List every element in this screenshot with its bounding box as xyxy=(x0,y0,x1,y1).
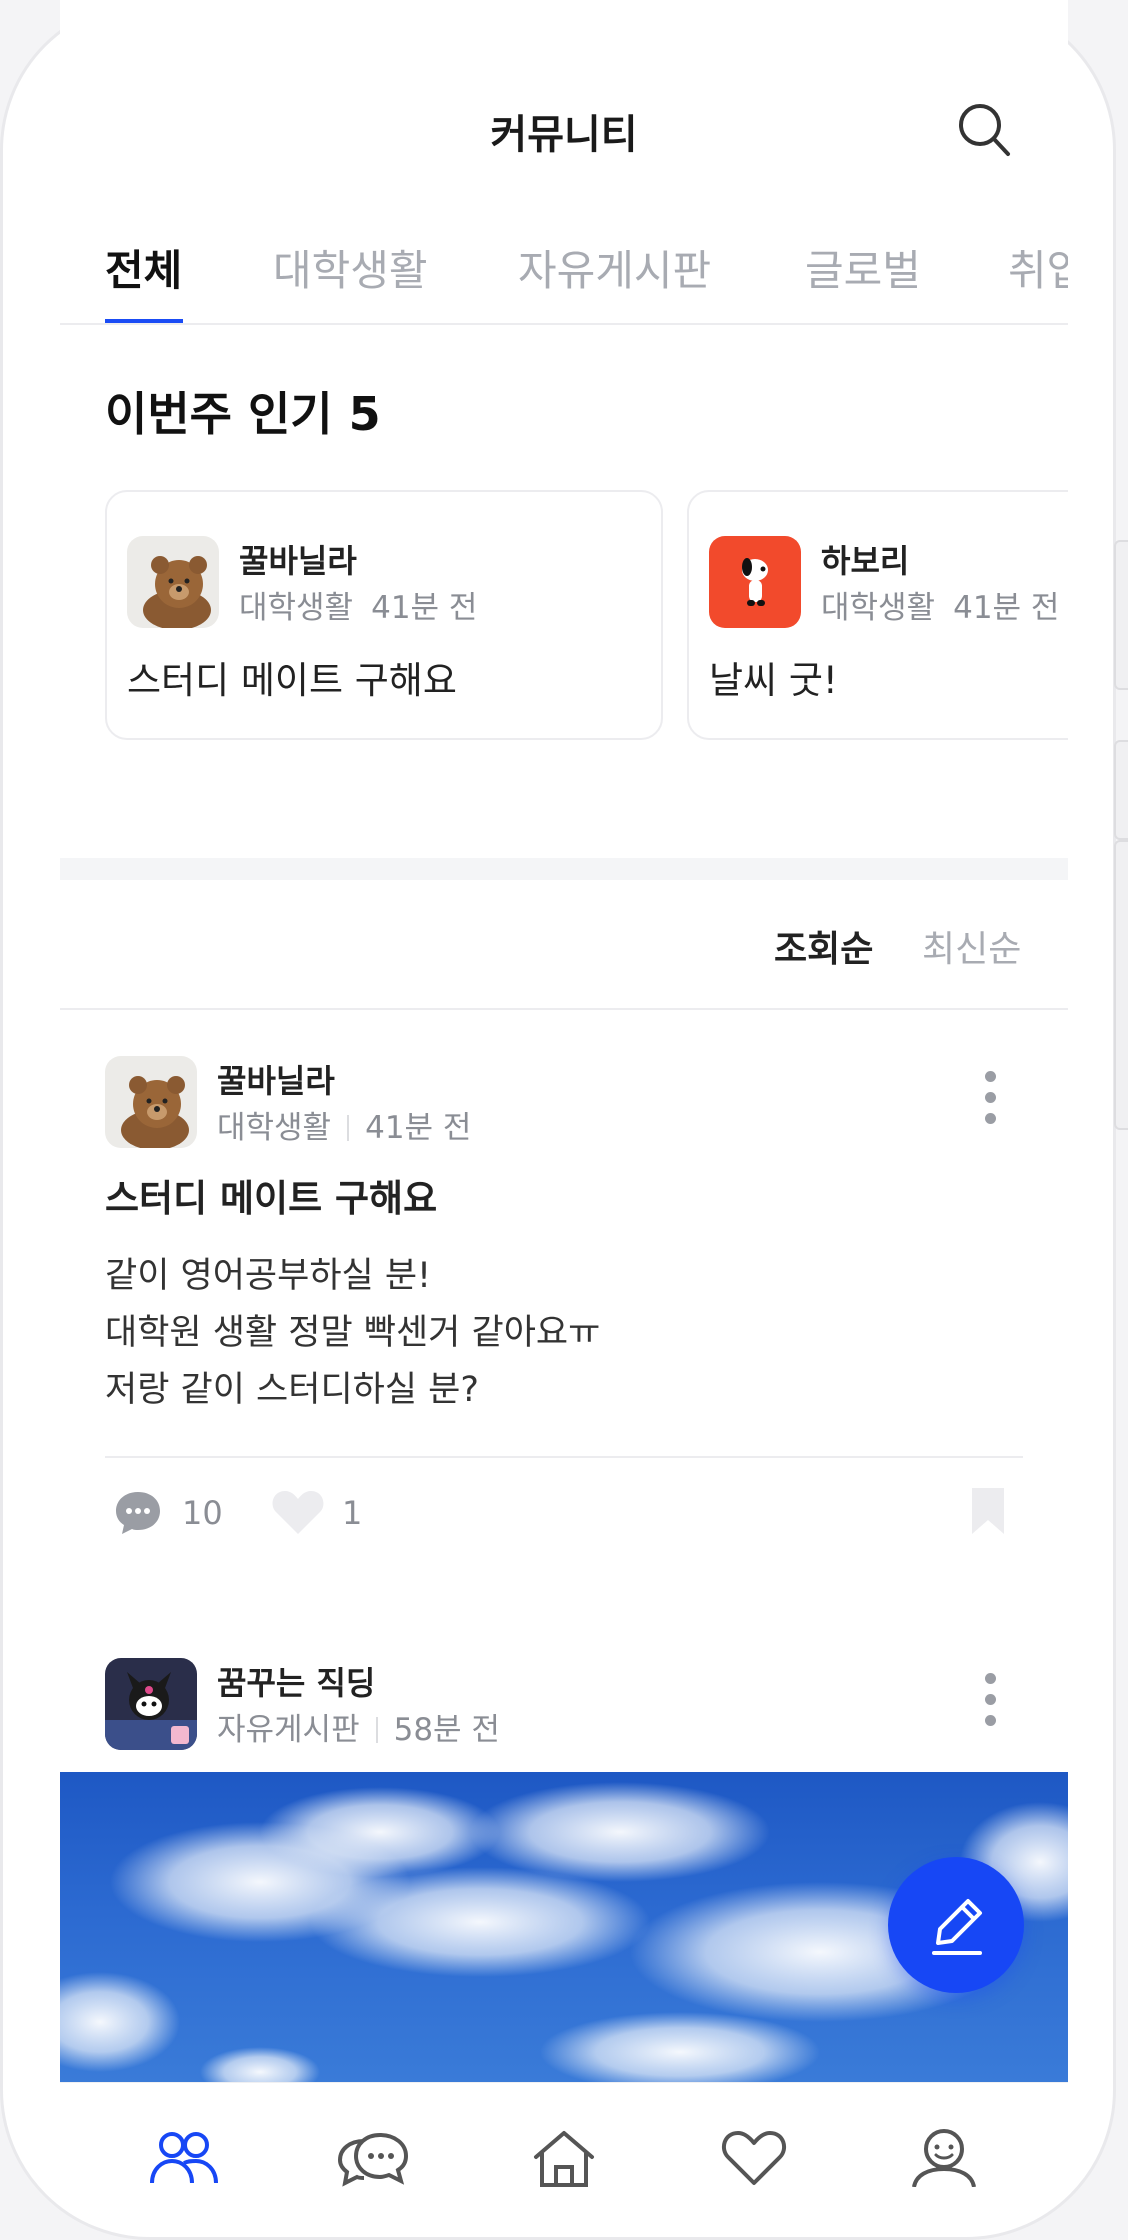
active-tab-indicator xyxy=(105,319,183,323)
like-count: 1 xyxy=(342,1494,363,1532)
section-divider xyxy=(60,858,1068,880)
side-button xyxy=(1114,840,1128,1130)
bookmark-icon[interactable] xyxy=(968,1486,1008,1542)
pencil-icon xyxy=(932,1899,982,1955)
bear-avatar[interactable] xyxy=(105,1056,197,1148)
popular-post-text: 날씨 굿! xyxy=(709,659,838,702)
post-body[interactable]: 같이 영어공부하실 분! 대학원 생활 정말 빡센거 같아요ㅠ 저랑 같이 스터… xyxy=(105,1248,600,1419)
post-divider xyxy=(105,1456,1023,1458)
side-button xyxy=(1114,740,1128,840)
category-tabs: 전체 대학생활 자유게시판 글로벌 취업 xyxy=(60,225,1068,325)
popular-meta: 대학생활 41분 전 xyxy=(239,590,478,626)
sort-by-latest[interactable]: 최신순 xyxy=(922,920,1021,972)
chat-icon[interactable] xyxy=(334,2127,414,2187)
popular-author: 꿀바닐라 xyxy=(239,542,357,580)
sort-options: 조회순 최신순 xyxy=(60,890,1068,1010)
tab-campus-life[interactable]: 대학생활 xyxy=(273,237,428,298)
write-post-button[interactable] xyxy=(888,1857,1024,1993)
app-header: 커뮤니티 xyxy=(60,80,1068,180)
popular-card[interactable]: 꿀바닐라 대학생활 41분 전 스터디 메이트 구해요 xyxy=(105,490,663,740)
page-title: 커뮤니티 xyxy=(490,112,638,158)
post-meta: 자유게시판 58분 전 xyxy=(217,1712,500,1748)
tab-all[interactable]: 전체 xyxy=(105,237,182,298)
dog-avatar xyxy=(709,536,801,628)
heart-icon[interactable] xyxy=(714,2127,794,2187)
tab-global[interactable]: 글로벌 xyxy=(805,237,921,298)
popular-meta: 대학생활 41분 전 xyxy=(821,590,1060,626)
popular-carousel: 꿀바닐라 대학생활 41분 전 스터디 메이트 구해요 하보리 대학생활 41분 전… xyxy=(105,488,1068,743)
post-meta: 대학생활 41분 전 xyxy=(217,1110,472,1146)
sort-by-views[interactable]: 조회순 xyxy=(774,920,873,972)
more-options-icon[interactable] xyxy=(970,1666,1010,1736)
app-screen: 커뮤니티 전체 대학생활 자유게시판 글로벌 취업 이번주 인기 5 xyxy=(60,0,1068,2188)
profile-icon[interactable] xyxy=(904,2127,984,2188)
popular-card[interactable]: 하보리 대학생활 41분 전 날씨 굿! xyxy=(687,490,1068,740)
tab-free-board[interactable]: 자유게시판 xyxy=(518,237,711,298)
popular-post-text: 스터디 메이트 구해요 xyxy=(127,659,457,702)
home-icon[interactable] xyxy=(524,2127,604,2187)
like-icon[interactable] xyxy=(270,1486,326,1542)
bottom-navigation xyxy=(60,2082,1068,2188)
post-title[interactable]: 스터디 메이트 구해요 xyxy=(105,1168,437,1222)
more-options-icon[interactable] xyxy=(970,1064,1010,1134)
tab-jobs[interactable]: 취업 xyxy=(1008,237,1068,298)
character-avatar[interactable] xyxy=(105,1658,197,1750)
post-author[interactable]: 꿈꾸는 직딩 xyxy=(217,1658,375,1704)
popular-section-title: 이번주 인기 5 xyxy=(105,387,381,441)
comment-count: 10 xyxy=(182,1494,223,1532)
bear-avatar xyxy=(127,536,219,628)
search-icon[interactable] xyxy=(952,98,1016,162)
side-button xyxy=(1114,540,1128,690)
popular-author: 하보리 xyxy=(821,542,910,580)
comment-icon[interactable] xyxy=(112,1486,164,1542)
community-icon[interactable] xyxy=(144,2127,224,2187)
post-author[interactable]: 꿀바닐라 xyxy=(217,1056,335,1102)
